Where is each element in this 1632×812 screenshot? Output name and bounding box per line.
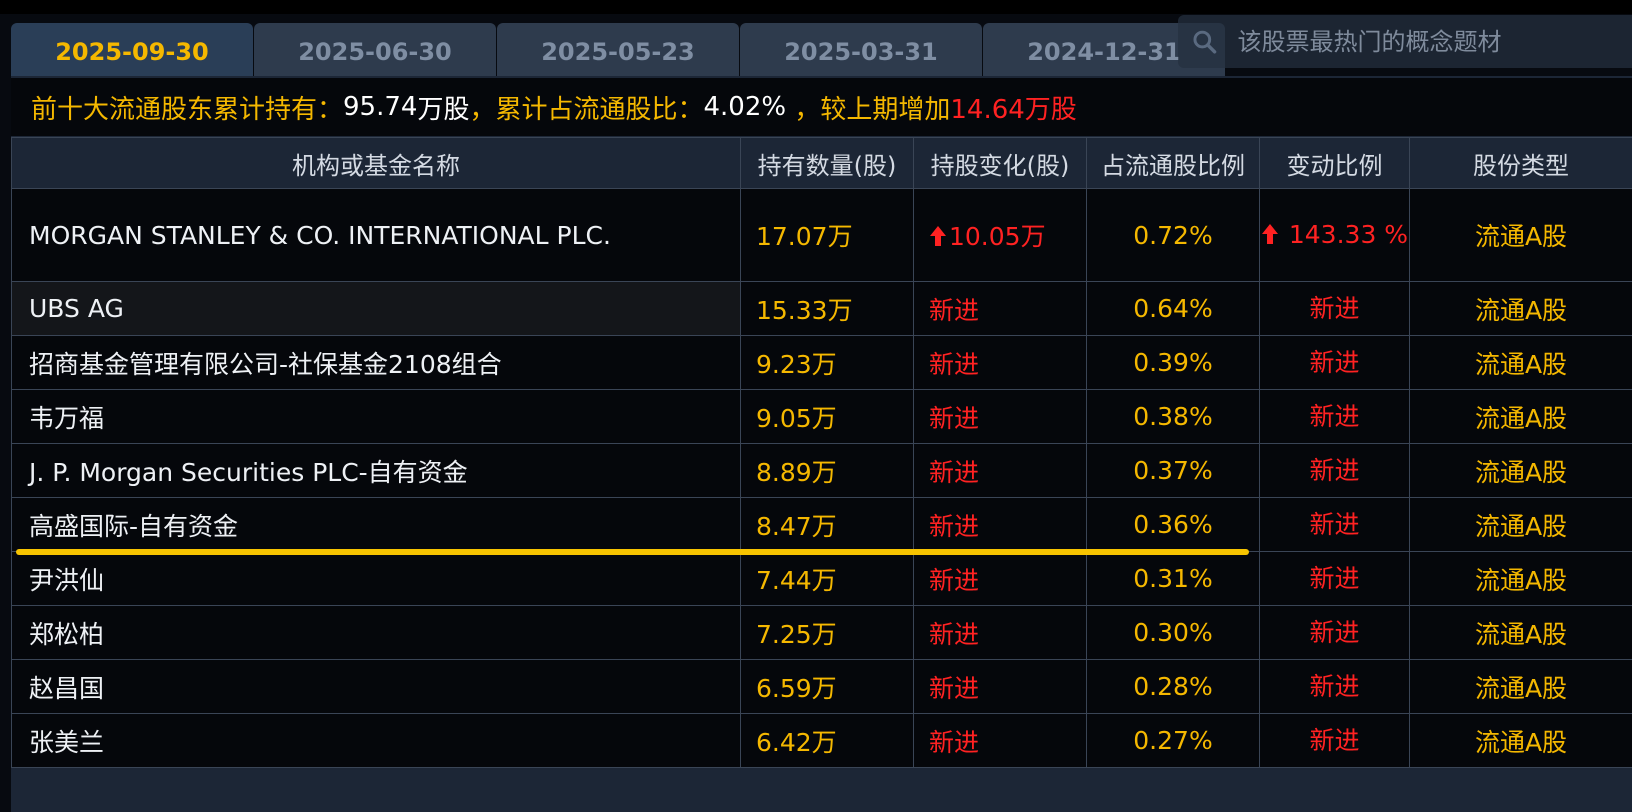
table-row[interactable]: 尹洪仙 7.44万 新进 0.31% 新进 流通A股 (11, 551, 1632, 606)
change-ratio: 新进 (1259, 389, 1410, 444)
holding-change: 10.05万 (913, 188, 1087, 282)
summary-ratio-label: ，累计占流通股比： (469, 94, 704, 125)
top-shareholders-table: 机构或基金名称 持有数量(股) 持股变化(股) 占流通股比例 变动比例 股份类型… (11, 137, 1632, 768)
holding-quantity: 6.59万 (740, 659, 914, 714)
table-row[interactable]: UBS AG 15.33万 新进 0.64% 新进 流通A股 (11, 281, 1632, 336)
holding-change: 新进 (913, 605, 1087, 660)
tab-2025-05-23[interactable]: 2025-05-23 (497, 23, 739, 76)
change-ratio: 新进 (1259, 605, 1410, 660)
col-header-change[interactable]: 持股变化(股) (913, 137, 1087, 189)
arrow-up-icon (930, 226, 946, 246)
table-row[interactable]: 郑松柏 7.25万 新进 0.30% 新进 流通A股 (11, 605, 1632, 660)
holding-change: 新进 (913, 713, 1087, 768)
col-header-change-ratio[interactable]: 变动比例 (1259, 137, 1410, 189)
holding-change: 新进 (913, 659, 1087, 714)
share-type: 流通A股 (1409, 335, 1632, 390)
tab-2025-06-30[interactable]: 2025-06-30 (254, 23, 496, 76)
holder-name: MORGAN STANLEY & CO. INTERNATIONAL PLC. (11, 188, 741, 282)
summary-unit: 万股 (417, 94, 470, 125)
holder-name: 郑松柏 (11, 605, 741, 660)
share-type: 流通A股 (1409, 497, 1632, 552)
float-ratio: 0.36% (1086, 497, 1260, 552)
table-row[interactable]: 高盛国际-自有资金 8.47万 新进 0.36% 新进 流通A股 (11, 497, 1632, 552)
holding-quantity: 8.47万 (740, 497, 914, 552)
holding-change: 新进 (913, 389, 1087, 444)
summary-ratio-value: 4.02% (703, 92, 787, 122)
holdings-summary: 前十大流通股东累计持有： 95.74 万股 ，累计占流通股比： 4.02% ，较… (11, 78, 1632, 136)
holding-quantity: 8.89万 (740, 443, 914, 498)
summary-change-value: 14.64万股 (950, 94, 1077, 125)
change-ratio: 新进 (1259, 443, 1410, 498)
holding-change: 新进 (913, 335, 1087, 390)
arrow-up-icon (1261, 224, 1278, 244)
holding-quantity: 17.07万 (740, 188, 914, 282)
share-type: 流通A股 (1409, 443, 1632, 498)
share-type: 流通A股 (1409, 188, 1632, 282)
float-ratio: 0.37% (1086, 443, 1260, 498)
holding-quantity: 7.25万 (740, 605, 914, 660)
float-ratio: 0.72% (1086, 188, 1260, 282)
holding-change: 新进 (913, 551, 1087, 606)
holder-name: 招商基金管理有限公司-社保基金2108组合 (11, 335, 741, 390)
share-type: 流通A股 (1409, 605, 1632, 660)
change-ratio: 新进 (1259, 281, 1410, 336)
share-type: 流通A股 (1409, 659, 1632, 714)
holding-change: 新进 (913, 497, 1087, 552)
holder-name: 韦万福 (11, 389, 741, 444)
top-bar (0, 0, 1632, 14)
share-type: 流通A股 (1409, 713, 1632, 768)
holder-name: 尹洪仙 (11, 551, 741, 606)
holder-name: UBS AG (11, 281, 741, 336)
table-row[interactable]: 韦万福 9.05万 新进 0.38% 新进 流通A股 (11, 389, 1632, 444)
change-ratio: 新进 (1259, 335, 1410, 390)
float-ratio: 0.31% (1086, 551, 1260, 606)
holder-name: 张美兰 (11, 713, 741, 768)
holding-quantity: 6.42万 (740, 713, 914, 768)
holder-name: 赵昌国 (11, 659, 741, 714)
summary-total-holding: 95.74 (343, 92, 418, 122)
holding-quantity: 9.05万 (740, 389, 914, 444)
holding-change: 新进 (913, 443, 1087, 498)
holding-quantity: 15.33万 (740, 281, 914, 336)
search-input[interactable] (1235, 26, 1632, 57)
table-row[interactable]: MORGAN STANLEY & CO. INTERNATIONAL PLC. … (11, 188, 1632, 282)
change-ratio: 新进 (1259, 659, 1410, 714)
concept-search-box[interactable] (1178, 15, 1632, 68)
col-header-share-type[interactable]: 股份类型 (1409, 137, 1632, 189)
change-ratio: 143.33 % (1259, 188, 1410, 282)
holding-quantity: 9.23万 (740, 335, 914, 390)
table-header-row: 机构或基金名称 持有数量(股) 持股变化(股) 占流通股比例 变动比例 股份类型 (11, 137, 1632, 189)
table-row[interactable]: 张美兰 6.42万 新进 0.27% 新进 流通A股 (11, 713, 1632, 768)
holder-name: 高盛国际-自有资金 (11, 497, 741, 552)
search-icon[interactable] (1192, 29, 1218, 55)
summary-prefix: 前十大流通股东累计持有： (31, 94, 344, 125)
col-header-float-ratio[interactable]: 占流通股比例 (1086, 137, 1260, 189)
summary-change-label: ，较上期增加 (786, 94, 951, 125)
change-ratio-value: 143.33 % (1288, 220, 1409, 249)
tab-2025-03-31[interactable]: 2025-03-31 (740, 23, 982, 76)
holding-change: 新进 (913, 281, 1087, 336)
table-row[interactable]: 赵昌国 6.59万 新进 0.28% 新进 流通A股 (11, 659, 1632, 714)
float-ratio: 0.38% (1086, 389, 1260, 444)
tab-2025-09-30[interactable]: 2025-09-30 (11, 23, 253, 76)
float-ratio: 0.28% (1086, 659, 1260, 714)
float-ratio: 0.39% (1086, 335, 1260, 390)
col-header-name[interactable]: 机构或基金名称 (11, 137, 741, 189)
float-ratio: 0.64% (1086, 281, 1260, 336)
table-row[interactable]: 招商基金管理有限公司-社保基金2108组合 9.23万 新进 0.39% 新进 … (11, 335, 1632, 390)
holding-change-value: 10.05万 (949, 222, 1046, 251)
float-ratio: 0.27% (1086, 713, 1260, 768)
change-ratio: 新进 (1259, 551, 1410, 606)
holding-quantity: 7.44万 (740, 551, 914, 606)
highlight-underline (16, 549, 1249, 555)
col-header-quantity[interactable]: 持有数量(股) (740, 137, 914, 189)
share-type: 流通A股 (1409, 551, 1632, 606)
share-type: 流通A股 (1409, 389, 1632, 444)
change-ratio: 新进 (1259, 497, 1410, 552)
float-ratio: 0.30% (1086, 605, 1260, 660)
change-ratio: 新进 (1259, 713, 1410, 768)
share-type: 流通A股 (1409, 281, 1632, 336)
holder-name: J. P. Morgan Securities PLC-自有资金 (11, 443, 741, 498)
table-row[interactable]: J. P. Morgan Securities PLC-自有资金 8.89万 新… (11, 443, 1632, 498)
